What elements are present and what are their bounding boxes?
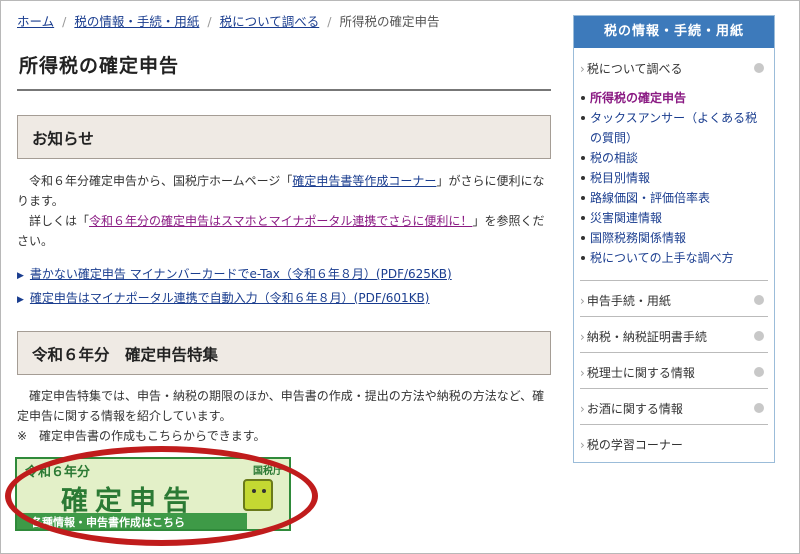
sidebar-sub-item-international[interactable]: 国際税務関係情報 [580,228,768,248]
sidebar-sub-item-income-tax[interactable]: 所得税の確定申告 [580,88,768,108]
sidebar-section-label: 税の学習コーナー [586,438,683,452]
feature-note: ※ 確定申告書の作成もこちらからできます。 [17,426,553,446]
sidebar-sub-item-by-tax-type[interactable]: 税目別情報 [580,168,768,188]
sidebar-section-tax-research[interactable]: › 税について調べる [580,60,768,77]
smartphone-mynaportal-link[interactable]: 令和６年分の確定申告はスマホとマイナポータル連携でさらに便利に！ [89,214,472,228]
expand-circle-icon [754,367,764,377]
sidebar-sub-list: 所得税の確定申告 タックスアンサー（よくある税の質問） 税の相談 税目別情報 路… [580,88,768,268]
breadcrumb-current: 所得税の確定申告 [339,14,440,29]
breadcrumb-home[interactable]: ホーム [17,14,54,29]
feature-heading: 令和６年分 確定申告特集 [32,346,219,364]
sidebar-sub-item-tax-answer[interactable]: タックスアンサー（よくある税の質問） [580,108,768,148]
banner-strip: 各種情報・申告書作成はこちら [17,513,247,529]
pdf-link-etax[interactable]: 書かない確定申告 マイナンバーカードでe-Tax（令和６年８月）(PDF/625… [30,267,452,281]
creation-corner-link[interactable]: 確定申告書等作成コーナー [292,174,436,188]
sidebar-section-label: 税理士に関する情報 [586,366,695,380]
sidebar-section-procedures[interactable]: › 申告手続・用紙 [580,292,768,309]
notice-p1-text: 令和６年分確定申告から、国税庁ホームページ「 [29,174,293,188]
title-divider [17,89,551,91]
expand-circle-icon [754,331,764,341]
sidebar-sub-label[interactable]: タックスアンサー（よくある税の質問） [590,111,757,145]
breadcrumb-separator: / [62,14,67,29]
chevron-right-icon: › [580,330,585,344]
tax-return-feature-banner[interactable]: 令和６年分 国税庁 確定申告 各種情報・申告書作成はこちら [15,457,291,531]
expand-circle-icon [754,403,764,413]
breadcrumb: ホーム / 税の情報・手続・用紙 / 税について調べる / 所得税の確定申告 [17,11,439,30]
sidebar-sub-label[interactable]: 災害関連情報 [590,211,662,225]
sidebar-sub-label[interactable]: 税についての上手な調べ方 [590,251,734,265]
sidebar-sub-item-disaster[interactable]: 災害関連情報 [580,208,768,228]
sidebar-divider [580,388,768,389]
sidebar-heading: 税の情報・手続・用紙 [574,16,774,48]
notice-paragraph-2: 詳しくは「令和６年分の確定申告はスマホとマイナポータル連携でさらに便利に！」を参… [17,211,553,251]
sidebar-section-payment[interactable]: › 納税・納税証明書手続 [580,328,768,345]
sidebar-sub-item-consultation[interactable]: 税の相談 [580,148,768,168]
chevron-right-icon: › [580,366,585,380]
breadcrumb-separator: / [327,14,332,29]
page-title: 所得税の確定申告 [19,55,180,77]
pdf-link-mynaportal[interactable]: 確定申告はマイナポータル連携で自動入力（令和６年８月）(PDF/601KB) [30,291,430,305]
pdf-link-item: ▶ 確定申告はマイナポータル連携で自動入力（令和６年８月）(PDF/601KB) [17,289,429,306]
sidebar-section-liquor[interactable]: › お酒に関する情報 [580,400,768,417]
sidebar-sub-item-route-price[interactable]: 路線価図・評価倍率表 [580,188,768,208]
breadcrumb-tax-info[interactable]: 税の情報・手続・用紙 [74,14,199,29]
notice-p2-text: 詳しくは「 [29,214,90,228]
sidebar-divider [580,316,768,317]
sidebar-divider [580,280,768,281]
chevron-right-icon: › [580,402,585,416]
sidebar-sub-item-how-to-search[interactable]: 税についての上手な調べ方 [580,248,768,268]
sidebar-section-tax-accountant[interactable]: › 税理士に関する情報 [580,364,768,381]
sidebar-section-label: 申告手続・用紙 [586,294,671,308]
mascot-icon [243,479,273,511]
sidebar: 税の情報・手続・用紙 › 税について調べる 所得税の確定申告 タックスアンサー（よ… [573,15,775,463]
banner-strip-text: 各種情報・申告書作成はこちら [31,516,185,529]
sidebar-sub-label[interactable]: 路線価図・評価倍率表 [590,191,710,205]
breadcrumb-tax-research[interactable]: 税について調べる [220,14,320,29]
feature-paragraph: 確定申告特集では、申告・納税の期限のほか、申告書の作成・提出の方法や納税の方法な… [17,386,553,426]
chevron-right-icon: › [580,294,585,308]
sidebar-section-label: 税について調べる [586,62,683,76]
sidebar-sub-label[interactable]: 税目別情報 [590,171,650,185]
notice-heading-box: お知らせ [17,115,551,159]
sidebar-sub-label[interactable]: 税の相談 [590,151,638,165]
notice-heading: お知らせ [32,130,94,148]
feature-p1-text: 確定申告特集では、申告・納税の期限のほか、申告書の作成・提出の方法や納税の方法な… [17,389,545,423]
notice-paragraph-1: 令和６年分確定申告から、国税庁ホームページ「確定申告書等作成コーナー」がさらに便… [17,171,553,211]
sidebar-sub-label: 所得税の確定申告 [590,91,687,105]
feature-heading-box: 令和６年分 確定申告特集 [17,331,551,375]
pdf-link-item: ▶ 書かない確定申告 マイナンバーカードでe-Tax（令和６年８月）(PDF/62… [17,265,452,282]
sidebar-section-label: 納税・納税証明書手続 [586,330,707,344]
triangle-right-icon: ▶ [17,271,24,281]
chevron-right-icon: › [580,62,585,76]
feature-p2-text: ※ 確定申告書の作成もこちらからできます。 [17,429,266,443]
sidebar-section-learning[interactable]: › 税の学習コーナー [580,436,768,453]
sidebar-divider [580,424,768,425]
banner-agency-logo: 国税庁 [253,466,283,477]
chevron-right-icon: › [580,438,585,452]
sidebar-section-label: お酒に関する情報 [586,402,683,416]
banner-year: 令和６年分 [25,465,91,480]
sidebar-sub-label[interactable]: 国際税務関係情報 [590,231,686,245]
sidebar-divider [580,352,768,353]
triangle-right-icon: ▶ [17,295,24,305]
breadcrumb-separator: / [207,14,212,29]
expand-circle-icon [754,295,764,305]
expand-circle-icon [754,63,764,73]
